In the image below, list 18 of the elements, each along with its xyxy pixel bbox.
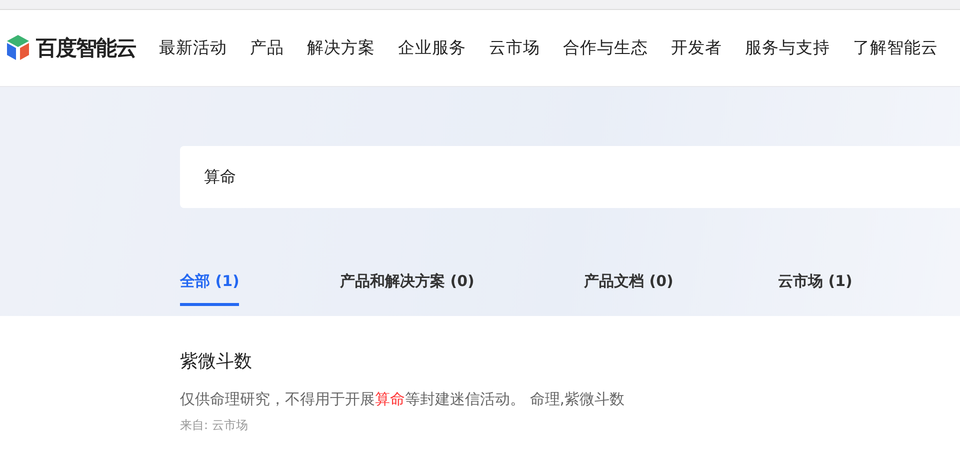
tab[interactable]: 云市场 (1) xyxy=(778,262,852,306)
nav-link[interactable]: 合作与生态 xyxy=(563,37,648,59)
tab[interactable]: 全部 (1) xyxy=(180,262,240,306)
nav-link[interactable]: 企业服务 xyxy=(398,37,466,59)
nav-link[interactable]: 解决方案 xyxy=(307,37,375,59)
nav-link[interactable]: 产品 xyxy=(250,37,284,59)
nav-link[interactable]: 最新活动 xyxy=(159,37,227,59)
nav-link[interactable]: 了解智能云 xyxy=(853,37,938,59)
tab[interactable]: 产品和解决方案 (0) xyxy=(340,262,474,306)
nav-link[interactable]: 服务与支持 xyxy=(745,37,830,59)
result-title[interactable]: 紫微斗数 xyxy=(180,349,960,373)
nav-link[interactable]: 云市场 xyxy=(489,37,540,59)
result-source: 来自: 云市场 xyxy=(180,417,249,434)
brand-logo-text[interactable]: 百度智能云 xyxy=(36,34,136,62)
tab[interactable]: 产品文档 (0) xyxy=(584,262,674,306)
search-field[interactable]: 算命 xyxy=(180,146,960,208)
nav-link[interactable]: 开发者 xyxy=(671,37,722,59)
result-description: 仅供命理研究，不得用于开展算命等封建迷信活动。 命理,紫微斗数 xyxy=(180,390,626,409)
